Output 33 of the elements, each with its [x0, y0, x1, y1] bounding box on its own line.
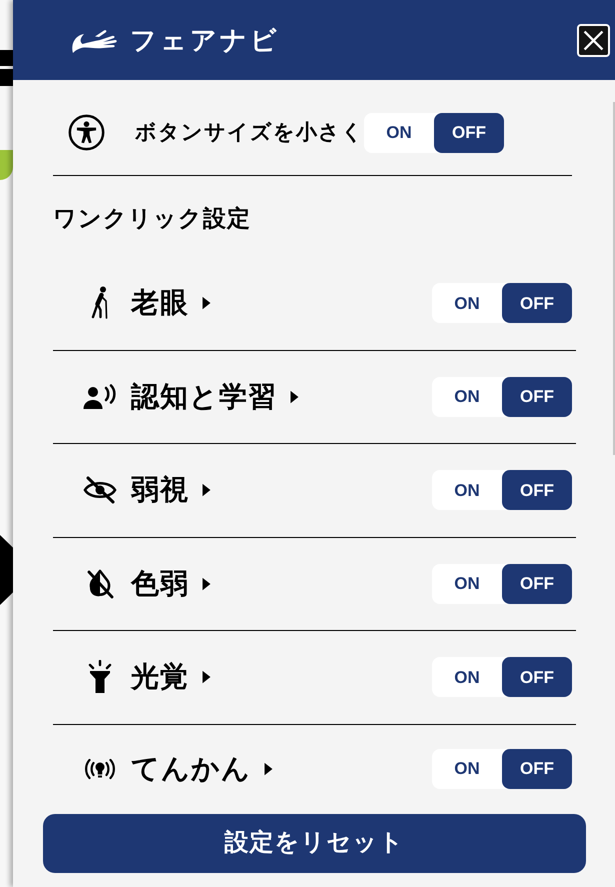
- person-speaking-icon: [83, 384, 117, 410]
- toggle-segment[interactable]: OFF: [502, 376, 572, 417]
- toggle-segment[interactable]: ON: [364, 112, 434, 152]
- category-button[interactable]: てんかん: [131, 755, 273, 783]
- toggle-segment[interactable]: ON: [432, 376, 502, 417]
- close-button[interactable]: [577, 24, 610, 56]
- reset-button[interactable]: 設定をリセット: [43, 814, 586, 872]
- toggle-segment[interactable]: OFF: [502, 657, 572, 698]
- category-button[interactable]: 光覚: [131, 663, 211, 692]
- close-icon: [583, 30, 604, 50]
- toggle-segment[interactable]: OFF: [502, 283, 572, 324]
- category-button[interactable]: 老眼: [131, 289, 211, 318]
- toggle-segment[interactable]: ON: [432, 564, 502, 604]
- bulb-waves-icon: [83, 757, 117, 781]
- toggle-segment[interactable]: ON: [432, 283, 502, 324]
- flashlight-icon: [87, 660, 113, 694]
- drop-slash-icon: [86, 568, 114, 599]
- app-title: フェアナビ: [130, 27, 280, 53]
- section-heading: ワンクリック設定: [53, 204, 252, 233]
- accessibility-icon: [68, 114, 105, 151]
- toggle-segment[interactable]: OFF: [502, 470, 572, 510]
- scrollbar-thumb[interactable]: [613, 102, 615, 455]
- category-button[interactable]: 色弱: [131, 570, 211, 598]
- setting-label: ボタンサイズを小さく: [135, 120, 364, 146]
- toggle-segment[interactable]: ON: [432, 470, 502, 510]
- category-button[interactable]: 認知と学習: [131, 382, 299, 411]
- eye-slash-icon: [83, 476, 117, 504]
- toggle-segment[interactable]: ON: [432, 749, 502, 789]
- toggle-segment[interactable]: OFF: [502, 749, 572, 789]
- category-button[interactable]: 弱視: [131, 476, 211, 504]
- toggle-segment[interactable]: OFF: [434, 112, 504, 152]
- toggle-segment[interactable]: OFF: [502, 564, 572, 604]
- toggle-segment[interactable]: ON: [432, 657, 502, 698]
